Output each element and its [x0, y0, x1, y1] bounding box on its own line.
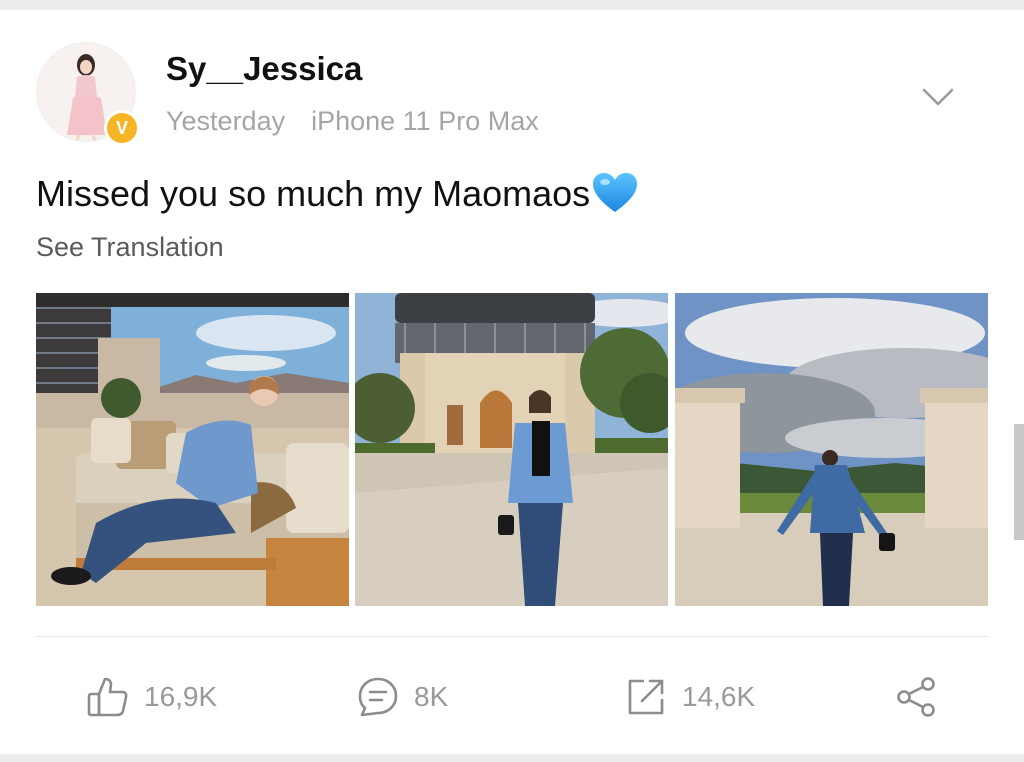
post-card: V Sy__Jessica Yesterday iPhone 11 Pro Max… [0, 10, 1024, 754]
post-photo-3[interactable] [675, 293, 988, 606]
post-device: iPhone 11 Pro Max [311, 106, 539, 136]
chevron-down-icon[interactable] [920, 82, 956, 112]
repost-button[interactable]: 14,6K [624, 673, 755, 721]
comment-icon [358, 677, 398, 717]
likes-count: 16,9K [144, 681, 218, 712]
repost-icon [628, 679, 664, 715]
divider [36, 636, 988, 637]
post-time: Yesterday [166, 106, 286, 136]
reposts-count: 14,6K [682, 681, 756, 712]
post-meta: Yesterday iPhone 11 Pro Max [166, 106, 539, 137]
post-text: Missed you so much my Maomaos [36, 172, 638, 215]
blue-heart-emoji-icon [592, 172, 638, 214]
username[interactable]: Sy__Jessica [166, 50, 362, 88]
see-translation-link[interactable]: See Translation [36, 232, 224, 263]
post-text-content: Missed you so much my Maomaos [36, 173, 591, 214]
verified-badge-icon: V [104, 110, 140, 146]
post-photo-1[interactable] [36, 293, 349, 606]
scrollbar[interactable] [1014, 424, 1024, 540]
share-icon [897, 677, 935, 717]
thumbs-up-icon [87, 677, 128, 717]
like-button[interactable]: 16,9K [86, 673, 217, 721]
comments-count: 8K [414, 681, 449, 712]
post-photo-2[interactable] [355, 293, 668, 606]
comment-button[interactable]: 8K [356, 673, 448, 721]
share-button[interactable] [894, 673, 938, 721]
